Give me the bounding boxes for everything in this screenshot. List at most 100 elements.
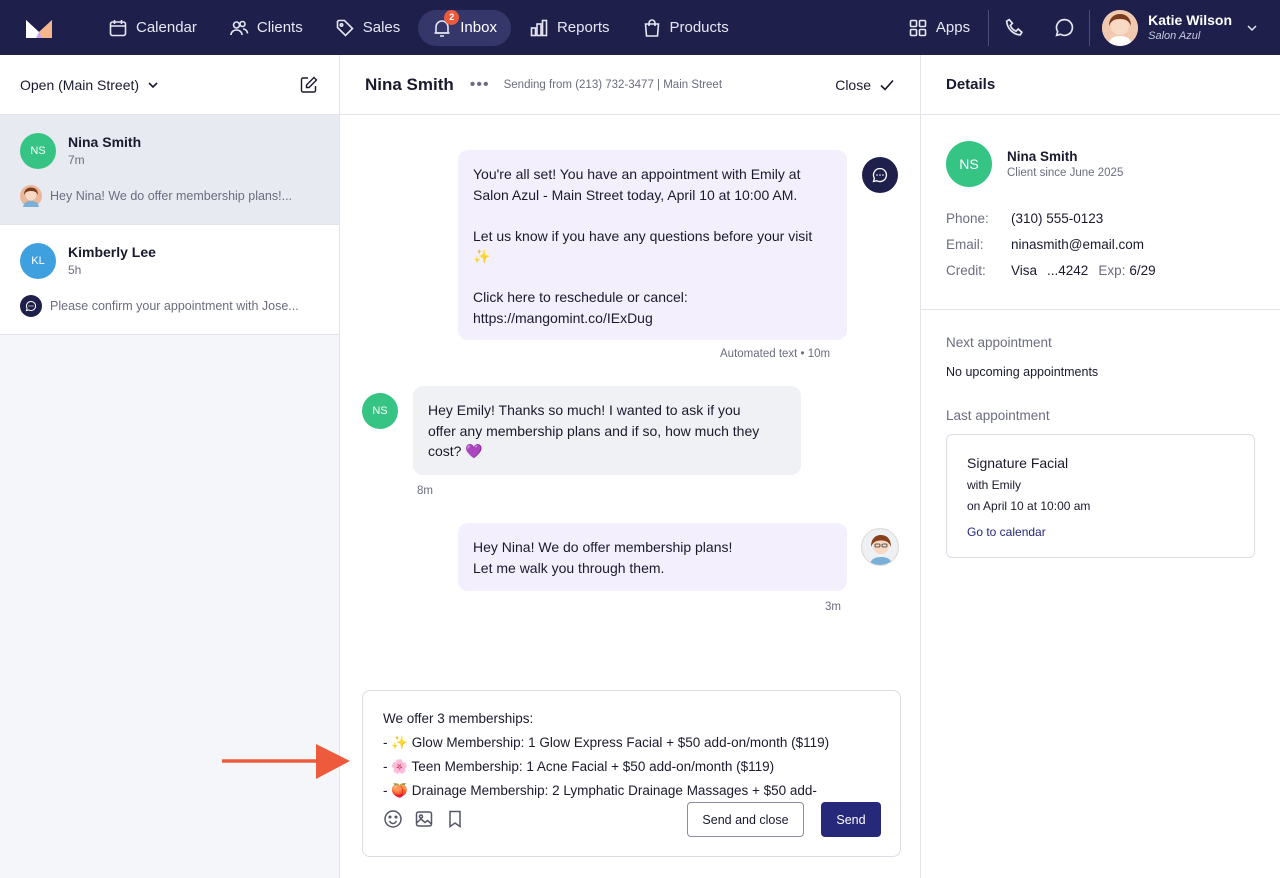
nav-apps-label: Apps — [935, 19, 971, 36]
chevron-down-icon — [1247, 24, 1257, 31]
message-line: Hey Emily! Thanks so much! I wanted to a… — [428, 402, 741, 418]
annotation-arrow-icon — [222, 744, 350, 779]
tag-icon — [336, 19, 354, 37]
emoji-icon[interactable] — [383, 809, 403, 829]
composer-line: - ✨ Glow Membership: 1 Glow Express Faci… — [383, 735, 830, 750]
message-composer[interactable]: We offer 3 memberships: - ✨ Glow Members… — [362, 690, 901, 857]
nav-apps[interactable]: Apps — [894, 10, 984, 46]
client-name: Nina Smith — [1007, 149, 1078, 164]
nav-reports-label: Reports — [556, 19, 610, 36]
logo-icon — [26, 19, 52, 38]
checkmark-icon — [880, 79, 894, 91]
conversation-preview: Please confirm your appointment with Jos… — [20, 295, 320, 317]
mangomint-logo[interactable] — [0, 0, 94, 55]
conversation-preview-text: Please confirm your appointment with Jos… — [50, 299, 299, 313]
message-line: offer any membership plans and if so, ho… — [428, 422, 760, 439]
nav-clients[interactable]: Clients — [215, 10, 317, 46]
top-navigation: Calendar Clients Sales 2 Inbox Reports P… — [0, 0, 1280, 55]
conversation-item-kimberly-lee[interactable]: KL Kimberly Lee 5h Please confirm your a… — [0, 225, 339, 335]
chat-button[interactable] — [1039, 0, 1089, 55]
client-avatar: NS — [946, 141, 992, 187]
message-bubble-outgoing: Hey Nina! We do offer membership plans! … — [458, 523, 847, 591]
email-value[interactable]: ninasmith@email.com — [1011, 237, 1144, 252]
apps-grid-icon — [909, 19, 927, 36]
message-line: Let me walk you through them. — [473, 559, 665, 576]
appointment-time: on April 10 at 10:00 am — [967, 499, 1091, 513]
composer-line: We offer 3 memberships: — [383, 711, 534, 726]
send-and-close-button[interactable]: Send and close — [687, 802, 804, 837]
message-meta: Automated text • 10m — [720, 348, 831, 360]
inbox-filter-label: Open (Main Street) — [20, 76, 140, 93]
conversation-preview-text: Hey Nina! We do offer membership plans!.… — [50, 189, 293, 203]
phone-value[interactable]: (310) 555-0123 — [1011, 211, 1103, 226]
message-line: cost? 💜 — [428, 443, 483, 459]
phone-icon — [1005, 18, 1023, 36]
exp-label: Exp: — [1098, 263, 1126, 278]
conversation-time: 5h — [68, 263, 82, 277]
nav-reports[interactable]: Reports — [515, 10, 624, 46]
staff-photo-icon — [862, 529, 898, 565]
close-conversation-button[interactable]: Close — [835, 77, 895, 93]
composer-tools — [383, 809, 476, 829]
nav-inbox[interactable]: 2 Inbox — [418, 9, 511, 46]
email-label: Email: — [946, 237, 984, 252]
nav-products-label: Products — [669, 19, 729, 36]
chevron-down-icon — [148, 81, 158, 88]
message-line: Hey Nina! We do offer membership plans! — [473, 539, 733, 555]
message-line: Salon Azul - Main Street today, April 10… — [473, 186, 798, 203]
credit-row: Credit: Visa ...4242 Exp: 6/29 — [946, 263, 1156, 278]
next-appointment-value: No upcoming appointments — [946, 365, 1099, 379]
nav-calendar-label: Calendar — [136, 19, 197, 36]
client-summary[interactable]: NS Nina Smith Client since June 2025 — [946, 141, 1123, 187]
compose-icon[interactable] — [299, 75, 319, 95]
message-line: ✨ — [473, 248, 491, 264]
image-icon[interactable] — [414, 809, 434, 829]
automated-message-icon — [20, 295, 42, 317]
composer-line: - 🌸 Teen Membership: 1 Acne Facial + $50… — [383, 759, 775, 774]
automated-message-icon — [862, 157, 898, 193]
message-link[interactable]: https://mangomint.co/IExDug — [473, 308, 832, 329]
go-to-calendar-link[interactable]: Go to calendar — [967, 525, 1046, 539]
avatar: NS — [362, 393, 398, 429]
conversation-item-nina-smith[interactable]: NS Nina Smith 7m Hey Nina! We do offer m… — [0, 115, 339, 225]
inbox-filter-dropdown[interactable]: Open (Main Street) — [20, 77, 159, 93]
credit-label: Credit: — [946, 263, 986, 278]
user-name: Katie Wilson — [1148, 12, 1232, 28]
nav-calendar[interactable]: Calendar — [94, 10, 211, 46]
bar-chart-icon — [530, 19, 548, 36]
bookmark-icon[interactable] — [445, 809, 465, 829]
section-divider — [921, 309, 1280, 310]
shopping-bag-icon — [644, 18, 659, 37]
conversation-time: 7m — [68, 153, 85, 167]
phone-label: Phone: — [946, 211, 989, 226]
message-line: You're all set! You have an appointment … — [473, 166, 801, 182]
last-appointment-card[interactable]: Signature Facial with Emily on April 10 … — [946, 434, 1255, 558]
contact-name[interactable]: Nina Smith — [365, 75, 454, 95]
message-line — [473, 267, 832, 288]
card-brand: Visa — [1011, 263, 1038, 278]
conversation-list-header: Open (Main Street) — [0, 55, 339, 115]
conversation-preview: Hey Nina! We do offer membership plans!.… — [20, 185, 320, 207]
more-options-button[interactable]: ••• — [470, 76, 490, 94]
nav-sales[interactable]: Sales — [321, 10, 415, 46]
calendar-icon — [109, 19, 127, 36]
message-line: Click here to reschedule or cancel: — [473, 289, 688, 305]
send-button[interactable]: Send — [821, 802, 881, 837]
user-location: Salon Azul — [1148, 30, 1201, 42]
last-appointment-label: Last appointment — [946, 408, 1050, 423]
composer-text[interactable]: We offer 3 memberships: - ✨ Glow Members… — [383, 707, 883, 803]
users-icon — [230, 20, 249, 35]
nav-sales-label: Sales — [362, 19, 401, 36]
avatar: NS — [20, 133, 56, 169]
user-menu[interactable]: Katie Wilson Salon Azul — [1090, 0, 1280, 55]
staff-avatar — [861, 528, 899, 566]
nav-products[interactable]: Products — [628, 10, 743, 46]
phone-row: Phone: (310) 555-0123 — [946, 211, 1103, 226]
conversation-name: Kimberly Lee — [68, 244, 156, 260]
message-meta: 3m — [825, 601, 841, 613]
message-bubble-outgoing: You're all set! You have an appointment … — [458, 150, 847, 340]
message-bubble-incoming: Hey Emily! Thanks so much! I wanted to a… — [413, 386, 801, 475]
phone-button[interactable] — [989, 0, 1039, 55]
nav-right: Apps Katie Wilson Salon Azul — [894, 0, 1280, 55]
sending-from-label: Sending from (213) 732-3477 | Main Stree… — [503, 78, 723, 91]
